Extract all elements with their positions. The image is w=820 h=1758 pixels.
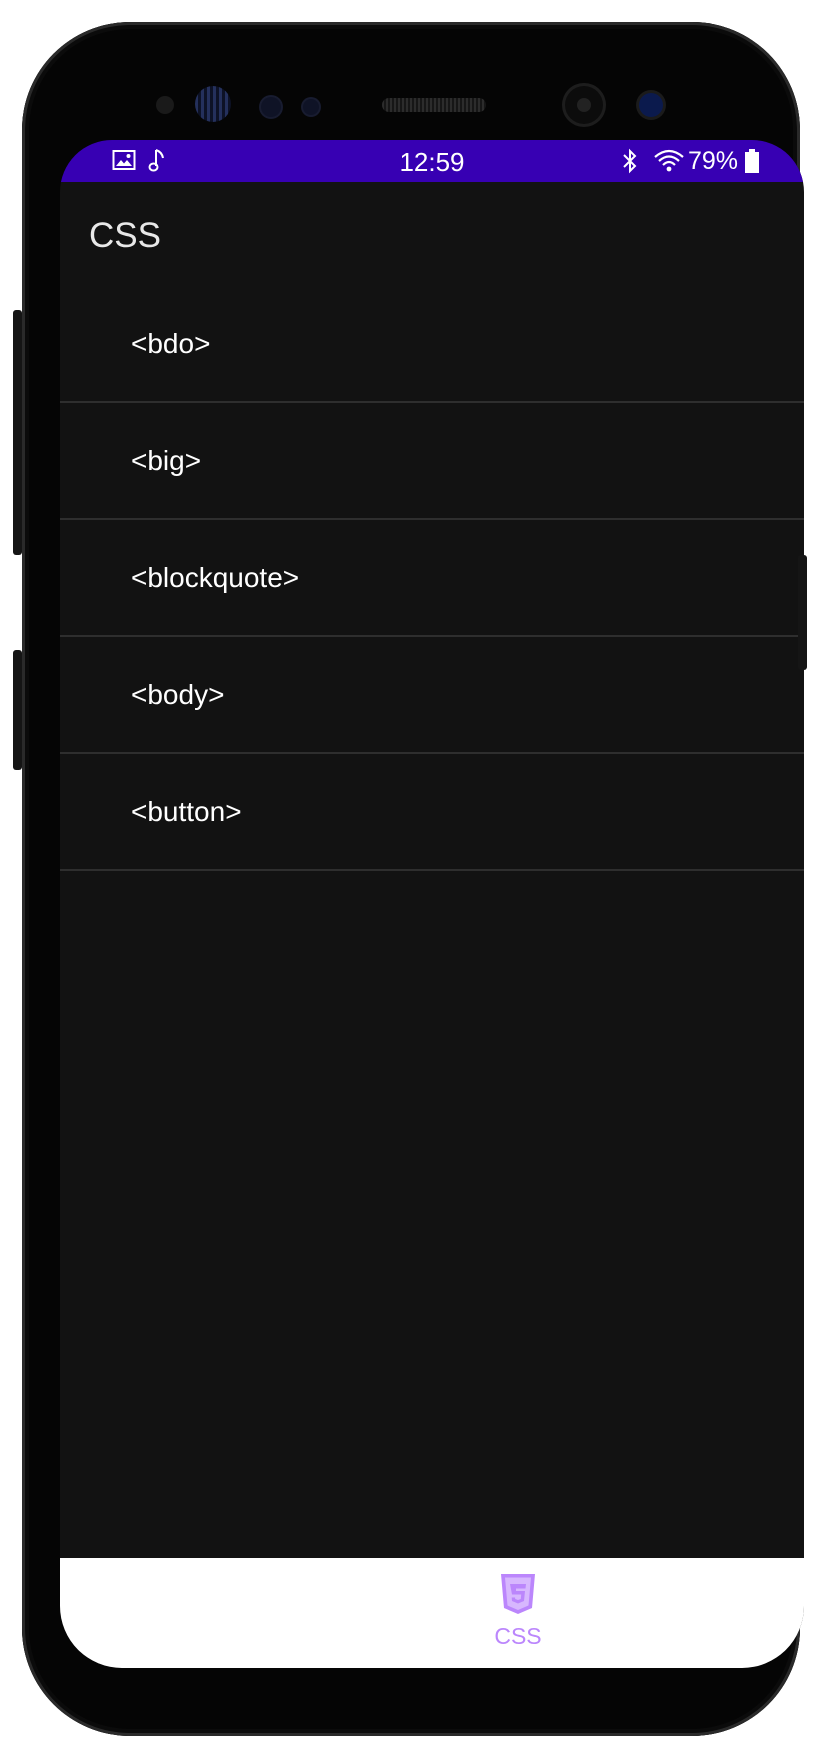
power-button [798,555,807,670]
css3-shield-icon [498,1572,538,1620]
proximity-sensor [156,96,174,114]
nav-tab-label: CSS [494,1623,542,1649]
battery-icon [744,148,760,178]
front-camera [565,86,603,124]
list-item-big[interactable]: <big> [60,403,804,520]
battery-percent: 79% [688,147,739,175]
status-bar: 12:59 79% [60,140,804,182]
list-item-button[interactable]: <button> [60,754,804,871]
bottom-navigation: CSS [60,1558,804,1668]
bluetooth-icon [620,148,640,178]
wifi-icon [653,148,685,178]
list-item-blockquote[interactable]: <blockquote> [60,520,804,637]
list-item-bdo[interactable]: <bdo> [60,286,804,403]
bixby-button [13,650,22,770]
volume-button [13,310,22,555]
iris-camera [639,93,663,117]
iris-scanner [195,86,231,122]
page-title: CSS [89,216,161,255]
element-list: <bdo> <big> <blockquote> <body> <button> [60,286,804,871]
phone-frame: 12:59 79% CSS <bdo> <big> <blockquote> <… [22,22,804,1736]
list-item-body[interactable]: <body> [60,637,804,754]
nav-tab-css[interactable]: CSS [468,1572,568,1652]
light-sensor [261,97,281,117]
led-sensor [303,99,319,115]
earpiece-speaker [382,98,486,112]
device-screen: 12:59 79% CSS <bdo> <big> <blockquote> <… [60,140,804,1668]
